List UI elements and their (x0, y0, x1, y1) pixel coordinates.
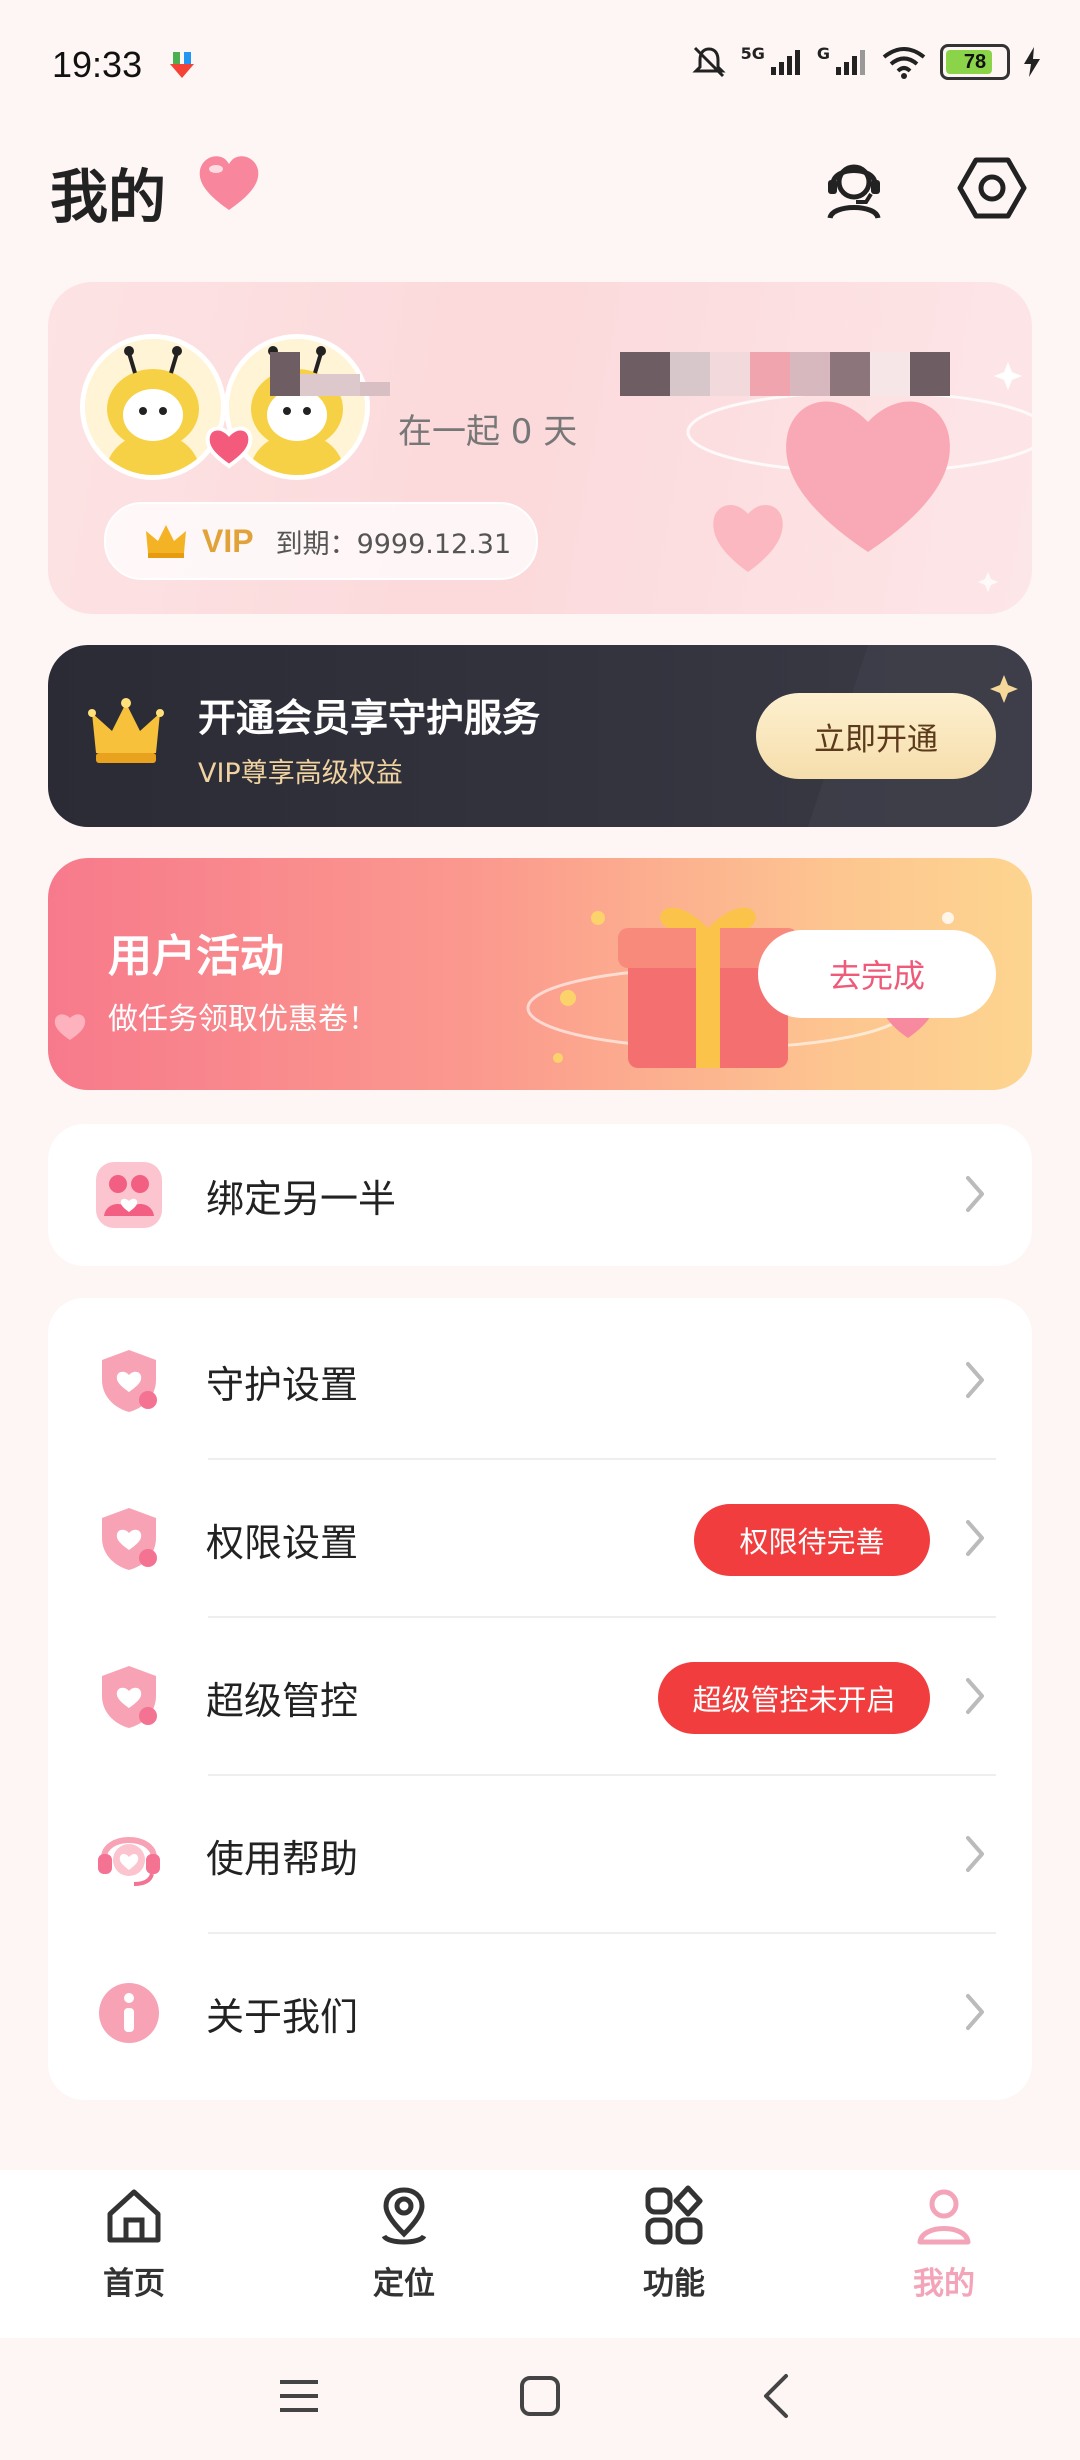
nav-label: 首页 (103, 2266, 165, 2302)
gold-crown-icon (88, 697, 164, 771)
activity-title: 用户活动 (108, 931, 284, 982)
activity-subtitle: 做任务领取优惠卷！ (108, 1002, 378, 1037)
crown-icon (146, 525, 186, 558)
bottom-nav: 首页 定位 功能 我的 (0, 2170, 1080, 2338)
settings-item-label: 权限设置 (206, 1521, 359, 1565)
shield-heart-icon (94, 1662, 164, 1732)
settings-item-label: 守护设置 (206, 1363, 359, 1407)
super-control-status-badge: 超级管控未开启 (658, 1662, 930, 1734)
couple-icon (94, 1160, 164, 1230)
activity-banner[interactable]: 用户活动 做任务领取优惠卷！ 去完成 (48, 858, 1032, 1090)
home-icon (107, 2189, 161, 2243)
name-blur-5 (670, 352, 710, 396)
vip-label: VIP (202, 522, 254, 559)
about-us-row[interactable]: 关于我们 (48, 1934, 1032, 2092)
together-days: 在一起 0 天 (398, 412, 578, 452)
download-icon (168, 50, 198, 84)
member-subtitle: VIP尊享高级权益 (198, 758, 403, 789)
name-blur-2 (300, 374, 360, 396)
nav-label: 定位 (373, 2266, 435, 2302)
nav-label: 功能 (643, 2266, 705, 2302)
name-blur-4 (620, 352, 670, 396)
complete-task-button[interactable]: 去完成 (758, 930, 996, 1018)
network-type-2: G (816, 43, 830, 63)
signal-icon (770, 50, 800, 75)
nav-label: 我的 (913, 2266, 975, 2302)
name-blur-7 (750, 352, 790, 396)
status-icons: 5G G 78 (691, 44, 1040, 80)
chevron-right-icon (966, 1520, 984, 1556)
nav-home[interactable]: 首页 (54, 2184, 214, 2303)
member-banner[interactable]: 开通会员享守护服务 VIP尊享高级权益 立即开通 (48, 645, 1032, 827)
info-icon (94, 1978, 164, 2048)
chevron-right-icon (966, 1836, 984, 1872)
couple-heart-icon (204, 422, 254, 474)
guard-settings-row[interactable]: 守护设置 (48, 1302, 1032, 1460)
network-type-1: 5G (740, 43, 765, 63)
vip-expire-date: 到期：9999.12.31 (275, 528, 512, 560)
bind-partner-label: 绑定另一半 (206, 1177, 397, 1221)
location-icon (381, 2187, 427, 2245)
settings-card: 守护设置 权限设置 权限待完善 超级管控 超级管控未开启 使用帮助 关于我们 (48, 1298, 1032, 2100)
shield-heart-icon (94, 1504, 164, 1574)
member-title: 开通会员享守护服务 (198, 696, 541, 740)
name-blur-11 (910, 352, 950, 396)
help-row[interactable]: 使用帮助 (48, 1776, 1032, 1934)
name-blur-10 (870, 352, 910, 396)
chevron-right-icon (966, 1678, 984, 1714)
home-square-icon[interactable] (518, 2374, 562, 2418)
name-blur-8 (790, 352, 830, 396)
nav-mine[interactable]: 我的 (864, 2184, 1024, 2303)
settings-item-label: 关于我们 (206, 1995, 359, 2039)
user-icon (917, 2189, 971, 2245)
wifi-icon (882, 47, 926, 79)
page-title: 我的 (50, 163, 167, 231)
name-blur-9 (830, 352, 870, 396)
shield-heart-icon (94, 1346, 164, 1416)
name-blur-6 (710, 352, 750, 396)
chevron-right-icon (966, 1994, 984, 2030)
apps-icon (645, 2185, 703, 2245)
system-nav-bar (0, 2338, 1080, 2460)
mute-bell-icon (691, 46, 726, 78)
permission-status-badge: 权限待完善 (694, 1504, 930, 1576)
settings-item-label: 超级管控 (206, 1679, 359, 1723)
open-membership-button[interactable]: 立即开通 (756, 693, 996, 779)
settings-hexagon-icon[interactable] (956, 152, 1028, 224)
settings-item-label: 使用帮助 (206, 1837, 359, 1881)
name-blur-1 (270, 352, 300, 396)
menu-icon[interactable] (276, 2376, 322, 2416)
customer-service-icon[interactable] (818, 152, 890, 224)
status-time: 19:33 (52, 44, 143, 85)
name-blur-3 (360, 382, 390, 396)
signal-2-icon (836, 50, 865, 75)
battery-level: 78 (963, 50, 987, 73)
bind-partner-card[interactable]: 绑定另一半 (48, 1124, 1032, 1266)
permission-settings-row[interactable]: 权限设置 权限待完善 (48, 1460, 1032, 1618)
small-heart-icon (52, 1010, 88, 1046)
headset-heart-icon (94, 1820, 164, 1890)
nav-location[interactable]: 定位 (324, 2184, 484, 2303)
vip-status-pill[interactable]: VIP 到期：9999.12.31 (104, 502, 538, 580)
chevron-right-icon (966, 1362, 984, 1398)
heart-icon (196, 152, 262, 218)
battery-indicator: 78 (940, 44, 1010, 80)
nav-features[interactable]: 功能 (594, 2184, 754, 2303)
super-control-row[interactable]: 超级管控 超级管控未开启 (48, 1618, 1032, 1776)
chevron-right-icon (966, 1176, 984, 1212)
charging-icon (1024, 47, 1040, 77)
back-icon[interactable] (760, 2372, 792, 2420)
profile-card[interactable]: 在一起 0 天 VIP 到期：9999.12.31 (48, 282, 1032, 614)
bind-partner-row[interactable]: 绑定另一半 (48, 1124, 1032, 1266)
